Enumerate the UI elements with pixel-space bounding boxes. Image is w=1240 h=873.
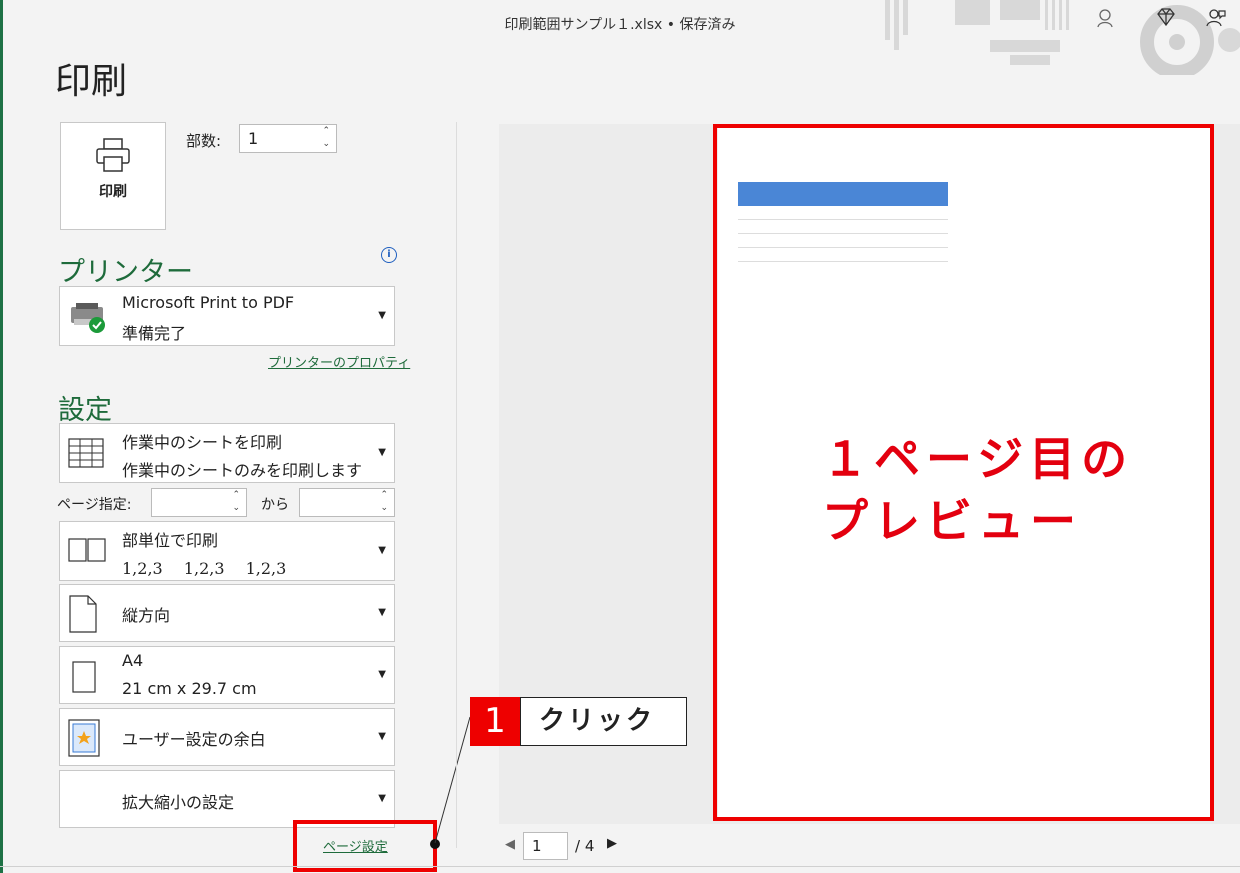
- portrait-page-icon: [69, 595, 97, 633]
- chevron-down-icon: ▼: [378, 545, 386, 556]
- paper-size-icon: [72, 661, 96, 693]
- copies-value: 1: [248, 129, 259, 148]
- orientation-value: 縦方向: [122, 606, 171, 625]
- paper-size-dropdown[interactable]: A4 21 cm x 29.7 cm ▼: [59, 646, 395, 704]
- stepper-arrows-icon[interactable]: ⌃ ⌄: [232, 489, 240, 515]
- chevron-down-icon: ▼: [378, 731, 386, 742]
- printer-heading: プリンター: [58, 257, 193, 288]
- preview-annotation-line1: １ページ目の: [822, 432, 1134, 486]
- scaling-value: 拡大縮小の設定: [122, 793, 235, 812]
- collate-icon: [68, 538, 106, 562]
- sheet-grid-icon: [68, 438, 104, 468]
- margins-value: ユーザー設定の余白: [122, 730, 266, 749]
- next-page-icon[interactable]: ▶: [607, 836, 617, 851]
- print-scope-title: 作業中のシートを印刷: [122, 433, 283, 452]
- callout-step-number: 1: [470, 697, 520, 746]
- previous-page-icon[interactable]: ◀: [505, 837, 515, 852]
- printer-name: Microsoft Print to PDF: [122, 293, 295, 312]
- collate-desc: 1,2,3 1,2,3 1,2,3: [122, 559, 287, 578]
- page-range-to-label: から: [261, 497, 289, 513]
- print-button[interactable]: 印刷: [60, 122, 166, 230]
- copies-stepper[interactable]: 1 ⌃ ⌄: [239, 124, 337, 153]
- printer-properties-link[interactable]: プリンターのプロパティ: [268, 352, 410, 371]
- page-title: 印刷: [55, 61, 128, 102]
- bottom-border: [0, 866, 1240, 867]
- chevron-down-icon: ▼: [378, 447, 386, 458]
- page-to-stepper[interactable]: ⌃ ⌄: [299, 488, 395, 517]
- total-pages: / 4: [575, 837, 595, 855]
- panel-divider: [456, 122, 457, 848]
- app-accent-bar: [0, 0, 3, 873]
- callout-label: クリック: [520, 697, 687, 746]
- paper-size-name: A4: [122, 651, 144, 670]
- premium-diamond-icon[interactable]: [1156, 8, 1176, 31]
- collate-title: 部単位で印刷: [122, 531, 219, 550]
- copies-label: 部数:: [186, 132, 222, 150]
- current-page-input[interactable]: 1: [523, 832, 568, 860]
- paper-size-dims: 21 cm x 29.7 cm: [122, 679, 257, 698]
- account-icon[interactable]: [1096, 8, 1114, 33]
- chevron-down-icon: ▼: [378, 310, 386, 321]
- page-from-stepper[interactable]: ⌃ ⌄: [151, 488, 247, 517]
- printer-dropdown[interactable]: Microsoft Print to PDF 準備完了 ▼: [59, 286, 395, 346]
- chevron-down-icon: ▼: [378, 669, 386, 680]
- printer-status: 準備完了: [122, 324, 187, 343]
- preview-annotation-line2: プレビュー: [822, 494, 1082, 548]
- custom-margins-icon: [68, 719, 100, 757]
- page-setup-highlight: [293, 820, 437, 872]
- print-scope-desc: 作業中のシートのみを印刷します: [122, 461, 363, 480]
- print-scope-dropdown[interactable]: 作業中のシートを印刷 作業中のシートのみを印刷します ▼: [59, 423, 395, 483]
- print-button-label: 印刷: [99, 184, 127, 200]
- collate-dropdown[interactable]: 部単位で印刷 1,2,3 1,2,3 1,2,3 ▼: [59, 521, 395, 581]
- decorative-header-art: [885, 0, 1240, 75]
- info-icon[interactable]: i: [381, 247, 397, 263]
- page-range-label: ページ指定:: [57, 497, 132, 513]
- preview-annotation: １ページ目の プレビュー: [822, 428, 1133, 552]
- settings-heading: 設定: [58, 395, 112, 426]
- margins-dropdown[interactable]: ユーザー設定の余白 ▼: [59, 708, 395, 766]
- printer-icon: [96, 138, 130, 172]
- printer-ready-icon: [71, 303, 105, 333]
- stepper-arrows-icon[interactable]: ⌃ ⌄: [322, 125, 330, 151]
- chevron-down-icon: ▼: [378, 607, 386, 618]
- feedback-icon[interactable]: [1206, 8, 1226, 33]
- chevron-down-icon: ▼: [378, 793, 386, 804]
- orientation-dropdown[interactable]: 縦方向 ▼: [59, 584, 395, 642]
- stepper-arrows-icon[interactable]: ⌃ ⌄: [380, 489, 388, 515]
